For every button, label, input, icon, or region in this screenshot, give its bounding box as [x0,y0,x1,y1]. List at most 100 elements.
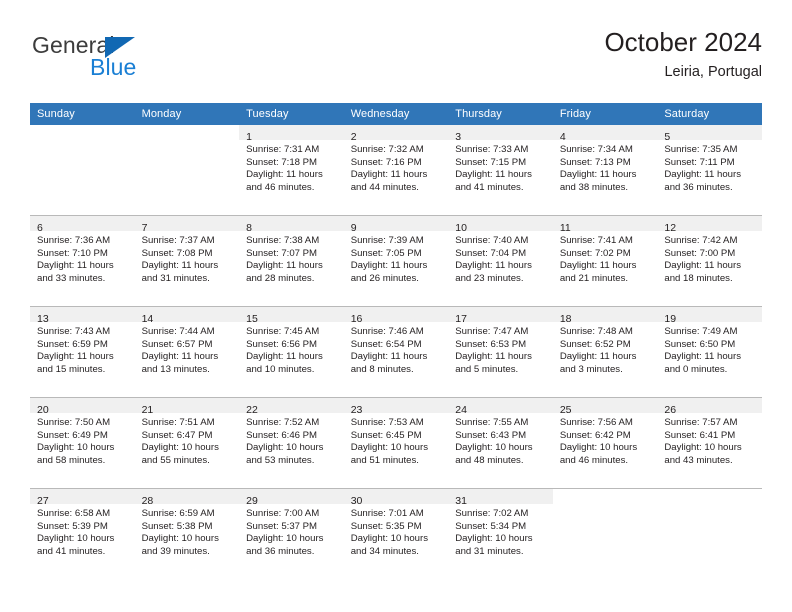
day-number-band: 19 [657,307,762,325]
calendar-day-cell[interactable]: 25 Sunrise: 7:56 AM Sunset: 6:42 PM Dayligh… [552,397,658,489]
day-number: 20 [37,404,49,416]
day-detail-line: Daylight: 11 hours [246,260,323,272]
day-number-band: 22 [239,398,344,416]
day-cell-inner: 9 Sunrise: 7:39 AM Sunset: 7:05 PM Daylight… [343,216,449,306]
day-detail-line: Sunset: 7:13 PM [559,156,631,168]
calendar-day-cell[interactable]: 4 Sunrise: 7:34 AM Sunset: 7:13 PM Daylight… [552,125,658,216]
calendar-day-cell[interactable]: 26 Sunrise: 7:57 AM Sunset: 6:41 PM Dayligh… [657,397,762,489]
day-number-band: 26 [657,398,762,416]
day-detail-line: Daylight: 11 hours [664,260,741,272]
calendar-day-cell[interactable]: 24 Sunrise: 7:55 AM Sunset: 6:43 PM Dayligh… [448,397,553,489]
day-cell-inner: 3 Sunrise: 7:33 AM Sunset: 7:15 PM Daylight… [448,125,553,215]
day-detail-lines [30,140,135,144]
calendar-day-cell[interactable]: 20 Sunrise: 7:50 AM Sunset: 6:49 PM Dayligh… [30,397,135,489]
day-detail-line: and 43 minutes. [664,454,733,466]
calendar-week-row: 20 Sunrise: 7:50 AM Sunset: 6:49 PM Dayligh… [30,397,762,489]
day-cell-inner: 10 Sunrise: 7:40 AM Sunset: 7:04 PM Dayligh… [448,216,553,306]
calendar-day-cell[interactable]: 29 Sunrise: 7:00 AM Sunset: 5:37 PM Dayligh… [239,488,344,579]
day-detail-line: Sunrise: 7:32 AM [350,144,424,155]
calendar-day-cell[interactable]: 31 Sunrise: 7:02 AM Sunset: 5:34 PM Dayligh… [448,488,553,579]
day-detail-lines: Sunrise: 7:47 AM Sunset: 6:53 PM Daylight:… [448,322,553,376]
day-number-band: 11 [552,216,658,234]
day-detail-lines: Sunrise: 6:59 AM Sunset: 5:38 PM Daylight:… [135,504,240,558]
general-blue-logo[interactable]: General Blue [30,34,210,90]
calendar-day-cell[interactable]: 1 Sunrise: 7:31 AM Sunset: 7:18 PM Daylight… [239,125,344,216]
calendar-day-cell[interactable]: 28 Sunrise: 6:59 AM Sunset: 5:38 PM Dayligh… [134,488,240,579]
calendar-day-cell[interactable]: 17 Sunrise: 7:47 AM Sunset: 6:53 PM Dayligh… [448,306,553,398]
day-detail-lines: Sunrise: 7:39 AM Sunset: 7:05 PM Daylight:… [344,231,449,285]
day-cell-inner: 7 Sunrise: 7:37 AM Sunset: 7:08 PM Daylight… [134,216,240,306]
calendar-day-cell[interactable]: 23 Sunrise: 7:53 AM Sunset: 6:45 PM Dayligh… [343,397,449,489]
day-detail-line: Daylight: 10 hours [350,533,429,545]
day-detail-line: Sunset: 6:46 PM [246,429,318,441]
calendar-day-cell[interactable]: 8 Sunrise: 7:38 AM Sunset: 7:07 PM Daylight… [239,215,344,307]
day-detail-line: Daylight: 11 hours [455,260,532,272]
day-detail-line: Sunset: 7:10 PM [37,247,108,259]
day-cell-inner: 29 Sunrise: 7:00 AM Sunset: 5:37 PM Dayligh… [239,489,344,579]
day-cell-inner: 2 Sunrise: 7:32 AM Sunset: 7:16 PM Daylight… [343,125,449,215]
calendar-day-cell[interactable]: 2 Sunrise: 7:32 AM Sunset: 7:16 PM Daylight… [343,125,449,216]
day-detail-line: and 51 minutes. [350,454,419,466]
day-detail-line: Sunset: 5:37 PM [246,520,318,532]
calendar-week-row: 27 Sunrise: 6:58 AM Sunset: 5:39 PM Dayligh… [30,488,762,579]
calendar-day-cell[interactable]: 15 Sunrise: 7:45 AM Sunset: 6:56 PM Dayligh… [239,306,344,398]
calendar-week-row: 13 Sunrise: 7:43 AM Sunset: 6:59 PM Dayligh… [30,306,762,398]
day-number: 14 [141,313,154,325]
day-cell-inner: 15 Sunrise: 7:45 AM Sunset: 6:56 PM Dayligh… [239,307,344,397]
calendar-day-cell[interactable]: 30 Sunrise: 7:01 AM Sunset: 5:35 PM Dayligh… [343,488,449,579]
calendar-day-cell[interactable]: 12 Sunrise: 7:42 AM Sunset: 7:00 PM Dayligh… [657,215,762,307]
day-detail-line: and 10 minutes. [246,363,315,375]
page-subtitle: Leiria, Portugal [664,63,762,80]
calendar-day-cell[interactable]: 16 Sunrise: 7:46 AM Sunset: 6:54 PM Dayligh… [343,306,449,398]
day-detail-line: Daylight: 11 hours [141,260,219,272]
day-number: 5 [664,131,671,143]
day-detail-line: and 5 minutes. [455,363,519,375]
day-detail-line: Daylight: 11 hours [350,351,428,363]
day-number-band [553,489,658,504]
calendar-day-cell[interactable]: 10 Sunrise: 7:40 AM Sunset: 7:04 PM Dayligh… [448,215,553,307]
day-cell-inner: 5 Sunrise: 7:35 AM Sunset: 7:11 PM Daylight… [657,125,762,215]
day-detail-line: Sunset: 6:42 PM [559,429,631,441]
day-detail-line: and 21 minutes. [559,272,629,284]
masthead: General Blue October 2024 Leiria, Portug… [30,27,762,90]
day-cell-inner: 11 Sunrise: 7:41 AM Sunset: 7:02 PM Dayligh… [552,216,658,306]
day-number-band: 10 [448,216,553,234]
day-number: 2 [350,131,357,143]
day-detail-line: Daylight: 10 hours [455,442,533,454]
day-detail-line: Sunrise: 7:37 AM [141,235,215,246]
calendar-day-cell[interactable]: 22 Sunrise: 7:52 AM Sunset: 6:46 PM Dayligh… [239,397,344,489]
day-number: 21 [141,404,154,416]
calendar-day-cell[interactable]: 27 Sunrise: 6:58 AM Sunset: 5:39 PM Dayligh… [30,488,135,579]
day-detail-lines: Sunrise: 7:34 AM Sunset: 7:13 PM Daylight:… [553,140,658,194]
calendar-day-cell[interactable]: 11 Sunrise: 7:41 AM Sunset: 7:02 PM Dayligh… [552,215,658,307]
calendar-day-cell[interactable]: 14 Sunrise: 7:44 AM Sunset: 6:57 PM Dayligh… [134,306,240,398]
day-detail-line: Sunrise: 7:35 AM [664,144,738,155]
day-detail-line: Sunset: 6:43 PM [455,429,527,441]
day-detail-line: Sunrise: 7:47 AM [455,326,529,337]
calendar-day-cell[interactable]: 19 Sunrise: 7:49 AM Sunset: 6:50 PM Dayligh… [657,306,762,398]
day-detail-line: and 48 minutes. [455,454,524,466]
day-detail-line: Daylight: 11 hours [455,169,532,181]
calendar-day-cell[interactable]: 6 Sunrise: 7:36 AM Sunset: 7:10 PM Daylight… [30,215,135,307]
day-detail-line: and 36 minutes. [664,181,733,193]
day-cell-inner [135,125,240,215]
calendar-day-cell[interactable]: 18 Sunrise: 7:48 AM Sunset: 6:52 PM Dayligh… [552,306,658,398]
day-detail-line: and 23 minutes. [455,272,524,284]
day-detail-line: Sunset: 7:02 PM [559,247,631,259]
day-detail-line: and 53 minutes. [246,454,315,466]
day-detail-line: and 15 minutes. [37,363,106,375]
calendar-day-cell[interactable]: 9 Sunrise: 7:39 AM Sunset: 7:05 PM Daylight… [343,215,449,307]
calendar-day-cell[interactable]: 3 Sunrise: 7:33 AM Sunset: 7:15 PM Daylight… [448,125,553,216]
day-detail-lines: Sunrise: 7:43 AM Sunset: 6:59 PM Daylight:… [30,322,135,376]
calendar-week-row: 6 Sunrise: 7:36 AM Sunset: 7:10 PM Daylight… [30,215,762,307]
day-detail-line: Sunrise: 7:43 AM [37,326,111,337]
day-detail-lines: Sunrise: 7:56 AM Sunset: 6:42 PM Daylight:… [553,413,658,467]
calendar-day-cell[interactable]: 13 Sunrise: 7:43 AM Sunset: 6:59 PM Dayligh… [30,306,135,398]
calendar-day-cell[interactable]: 5 Sunrise: 7:35 AM Sunset: 7:11 PM Daylight… [657,125,762,216]
day-detail-line: Sunset: 6:57 PM [141,338,213,350]
calendar-day-cell[interactable]: 21 Sunrise: 7:51 AM Sunset: 6:47 PM Dayligh… [134,397,240,489]
day-detail-line: Daylight: 11 hours [37,351,114,363]
calendar-day-cell[interactable]: 7 Sunrise: 7:37 AM Sunset: 7:08 PM Daylight… [134,215,240,307]
day-detail-line: Sunset: 6:41 PM [664,429,736,441]
day-detail-line: and 31 minutes. [141,272,210,284]
